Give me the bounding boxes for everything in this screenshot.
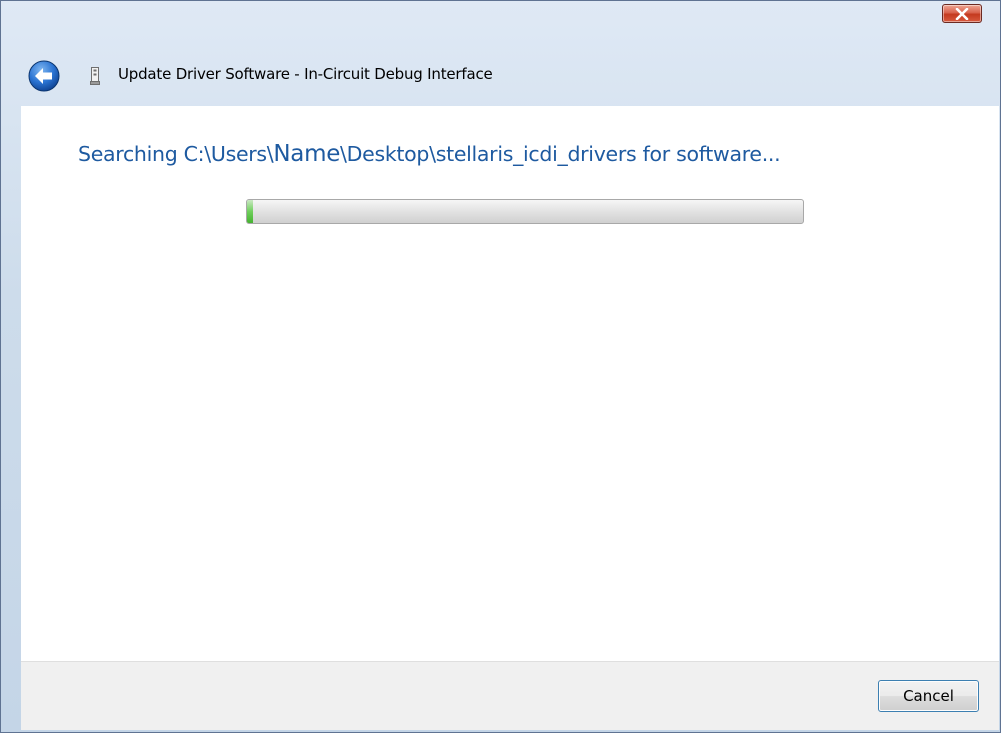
usb-device-icon — [90, 67, 100, 85]
window-title: Update Driver Software - In-Circuit Debu… — [118, 65, 493, 83]
dialog-window: Update Driver Software - In-Circuit Debu… — [0, 0, 1001, 733]
content-area: Searching C:\Users\Name\Desktop\stellari… — [21, 106, 999, 661]
heading-path-prefix: Searching C:\Users\ — [78, 142, 274, 166]
close-button[interactable] — [942, 4, 982, 23]
search-progress-bar — [246, 199, 804, 224]
button-footer: Cancel — [21, 661, 999, 730]
heading-user-name: Name — [273, 141, 341, 167]
close-x-icon — [955, 7, 969, 20]
back-arrow-icon — [28, 60, 60, 92]
search-status-heading: Searching C:\Users\Name\Desktop\stellari… — [78, 141, 781, 167]
heading-path-suffix: \Desktop\stellaris_icdi_drivers for soft… — [340, 142, 781, 166]
cancel-button[interactable]: Cancel — [878, 680, 979, 712]
back-button[interactable] — [28, 60, 60, 92]
progress-fill — [247, 200, 253, 223]
